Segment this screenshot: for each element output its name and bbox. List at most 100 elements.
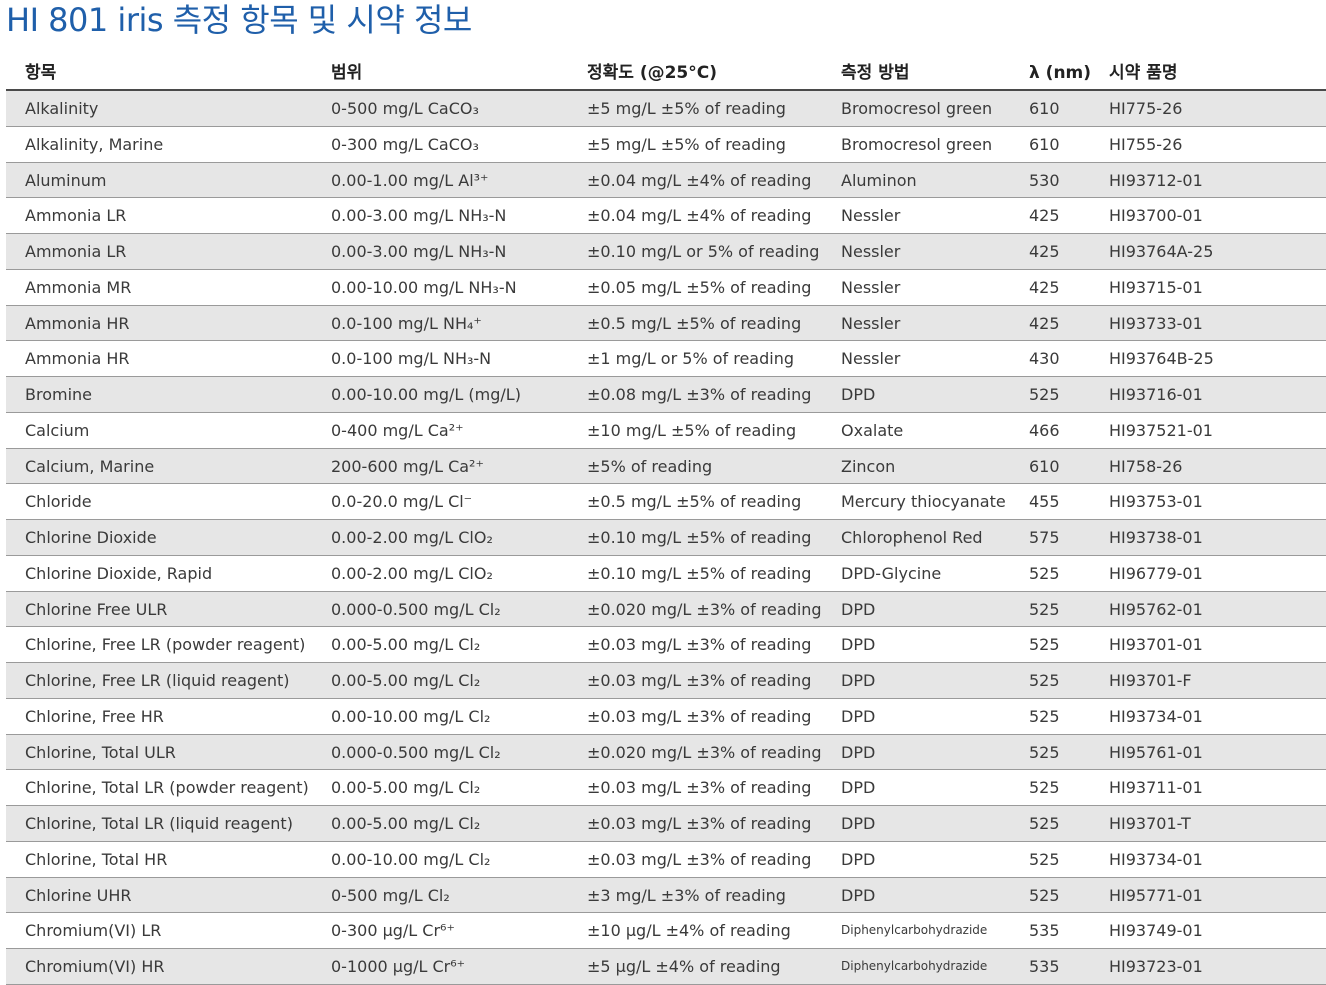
column-header-accuracy: 정확도 (@25°C) bbox=[587, 63, 718, 83]
table-row: Ammonia LR 0.00-3.00 mg/L NH₃-N ±0.04 mg/L… bbox=[6, 198, 1326, 234]
cell-wavelength: 530 bbox=[1029, 170, 1060, 190]
cell-item: Alkalinity bbox=[25, 99, 99, 118]
cell-accuracy: ±0.03 mg/L ±3% of reading bbox=[587, 706, 812, 726]
cell-accuracy: ±0.020 mg/L ±3% of reading bbox=[587, 599, 822, 619]
cell-range: 0.00-2.00 mg/L ClO₂ bbox=[331, 563, 493, 583]
cell-wavelength: 535 bbox=[1029, 921, 1060, 941]
cell-accuracy: ±10 mg/L ±5% of reading bbox=[587, 420, 797, 440]
cell-range: 0.00-3.00 mg/L NH₃-N bbox=[331, 242, 507, 261]
cell-wavelength: 525 bbox=[1029, 385, 1060, 404]
cell-method: Diphenylcarbohydrazide bbox=[841, 959, 988, 973]
cell-method: Aluminon bbox=[841, 170, 917, 190]
cell-reagent: HI937521-01 bbox=[1109, 420, 1213, 440]
cell-method: Nessler bbox=[841, 206, 901, 226]
cell-accuracy: ±0.020 mg/L ±3% of reading bbox=[587, 742, 822, 762]
cell-accuracy: ±0.03 mg/L ±3% of reading bbox=[587, 814, 812, 833]
table-row: Ammonia MR 0.00-10.00 mg/L NH₃-N ±0.05 mg/… bbox=[6, 270, 1326, 306]
cell-reagent: HI93764A-25 bbox=[1109, 242, 1214, 261]
table-row: Chlorine Free ULR 0.000-0.500 mg/L Cl₂ ±0.… bbox=[6, 591, 1326, 628]
cell-wavelength: 525 bbox=[1029, 814, 1060, 833]
cell-wavelength: 525 bbox=[1029, 706, 1060, 726]
cell-range: 0.000-0.500 mg/L Cl₂ bbox=[331, 742, 501, 762]
cell-range: 0.0-100 mg/L NH₄⁺ bbox=[331, 313, 482, 333]
table-row: Chlorine, Total LR (liquid reagent) 0.00-… bbox=[6, 806, 1326, 842]
cell-reagent: HI93701-T bbox=[1109, 814, 1191, 833]
cell-method: Chlorophenol Red bbox=[841, 528, 983, 547]
cell-item: Chlorine UHR bbox=[25, 885, 132, 905]
cell-item: Bromine bbox=[25, 385, 93, 404]
cell-method: Bromocresol green bbox=[841, 134, 993, 154]
cell-accuracy: ±0.03 mg/L ±3% of reading bbox=[587, 849, 812, 869]
table-row: Calcium, Marine 200-600 mg/L Ca²⁺ ±5% of r… bbox=[6, 448, 1326, 485]
cell-range: 0-300 mg/L CaCO₃ bbox=[331, 134, 479, 154]
cell-range: 0-500 mg/L Cl₂ bbox=[331, 885, 450, 905]
cell-wavelength: 575 bbox=[1029, 528, 1060, 547]
cell-reagent: HI95761-01 bbox=[1109, 742, 1203, 762]
table-row: Chloride 0.0-20.0 mg/L Cl⁻ ±0.5 mg/L ±5% o… bbox=[6, 484, 1326, 520]
column-header-range: 범위 bbox=[331, 63, 363, 83]
cell-method: DPD bbox=[841, 671, 876, 690]
cell-range: 0-1000 μg/L Cr⁶⁺ bbox=[331, 957, 466, 976]
cell-accuracy: ±0.10 mg/L ±5% of reading bbox=[587, 528, 812, 547]
cell-wavelength: 525 bbox=[1029, 849, 1060, 869]
cell-accuracy: ±3 mg/L ±3% of reading bbox=[587, 885, 786, 905]
cell-range: 0.000-0.500 mg/L Cl₂ bbox=[331, 599, 501, 619]
cell-wavelength: 525 bbox=[1029, 778, 1060, 798]
cell-item: Ammonia LR bbox=[25, 206, 127, 226]
cell-reagent: HI93700-01 bbox=[1109, 206, 1203, 226]
cell-method: Diphenylcarbohydrazide bbox=[841, 923, 988, 938]
table-row: Chlorine, Total ULR 0.000-0.500 mg/L Cl₂ ±… bbox=[6, 734, 1326, 771]
cell-reagent: HI95762-01 bbox=[1109, 599, 1203, 619]
table-row: Ammonia HR 0.0-100 mg/L NH₃-N ±1 mg/L or 5… bbox=[6, 341, 1326, 377]
cell-item: Ammonia MR bbox=[25, 277, 132, 297]
table-row: Bromine 0.00-10.00 mg/L (mg/L) ±0.08 mg/L … bbox=[6, 377, 1326, 413]
cell-reagent: HI755-26 bbox=[1109, 134, 1183, 154]
column-header-item: 항목 bbox=[25, 63, 57, 83]
table-row: Chlorine Dioxide, Rapid 0.00-2.00 mg/L Cl… bbox=[6, 556, 1326, 592]
cell-reagent: HI93701-F bbox=[1109, 671, 1192, 690]
cell-reagent: HI93711-01 bbox=[1109, 778, 1203, 798]
cell-wavelength: 525 bbox=[1029, 742, 1060, 762]
cell-item: Chromium(VI) HR bbox=[25, 957, 165, 976]
cell-item: Chlorine Free ULR bbox=[25, 599, 168, 619]
cell-wavelength: 425 bbox=[1029, 206, 1060, 226]
table-row: Alkalinity, Marine 0-300 mg/L CaCO₃ ±5 mg/… bbox=[6, 127, 1326, 163]
cell-accuracy: ±0.08 mg/L ±3% of reading bbox=[587, 385, 812, 404]
cell-accuracy: ±0.05 mg/L ±5% of reading bbox=[587, 277, 812, 297]
table-row: Calcium 0-400 mg/L Ca²⁺ ±10 mg/L ±5% of re… bbox=[6, 413, 1326, 449]
cell-method: Mercury thiocyanate bbox=[841, 492, 1006, 512]
cell-reagent: HI758-26 bbox=[1109, 456, 1183, 476]
cell-item: Aluminum bbox=[25, 170, 107, 190]
cell-item: Chromium(VI) LR bbox=[25, 921, 162, 941]
cell-reagent: HI93712-01 bbox=[1109, 170, 1203, 190]
cell-range: 0.00-10.00 mg/L NH₃-N bbox=[331, 277, 517, 297]
cell-item: Chlorine, Free HR bbox=[25, 706, 164, 726]
cell-reagent: HI93753-01 bbox=[1109, 492, 1203, 512]
cell-method: DPD bbox=[841, 599, 876, 619]
cell-wavelength: 425 bbox=[1029, 277, 1060, 297]
cell-reagent: HI775-26 bbox=[1109, 99, 1183, 118]
cell-accuracy: ±5 mg/L ±5% of reading bbox=[587, 99, 786, 118]
parameter-table: Alkalinity 0-500 mg/L CaCO₃ ±5 mg/L ±5% of… bbox=[6, 91, 1326, 985]
cell-wavelength: 466 bbox=[1029, 420, 1060, 440]
cell-method: DPD bbox=[841, 385, 876, 404]
cell-reagent: HI93764B-25 bbox=[1109, 349, 1214, 369]
cell-accuracy: ±0.03 mg/L ±3% of reading bbox=[587, 778, 812, 798]
cell-item: Chlorine, Free LR (powder reagent) bbox=[25, 635, 306, 655]
cell-method: Zincon bbox=[841, 456, 896, 476]
table-row: Chlorine UHR 0-500 mg/L Cl₂ ±3 mg/L ±3% of… bbox=[6, 877, 1326, 914]
cell-wavelength: 425 bbox=[1029, 242, 1060, 261]
cell-range: 0.00-5.00 mg/L Cl₂ bbox=[331, 671, 481, 690]
cell-accuracy: ±5 μg/L ±4% of reading bbox=[587, 957, 781, 976]
cell-item: Ammonia LR bbox=[25, 242, 127, 261]
cell-item: Chlorine, Free LR (liquid reagent) bbox=[25, 671, 290, 690]
table-row: Chlorine, Total HR 0.00-10.00 mg/L Cl₂ ±0.… bbox=[6, 842, 1326, 878]
cell-accuracy: ±0.03 mg/L ±3% of reading bbox=[587, 635, 812, 655]
cell-method: DPD bbox=[841, 742, 876, 762]
cell-wavelength: 535 bbox=[1029, 957, 1060, 976]
cell-accuracy: ±0.10 mg/L or 5% of reading bbox=[587, 242, 820, 261]
cell-wavelength: 525 bbox=[1029, 885, 1060, 905]
cell-range: 0.00-10.00 mg/L Cl₂ bbox=[331, 849, 491, 869]
table-header: 항목 범위 정확도 (@25°C) 측정 방법 λ (nm) 시약 품명 bbox=[6, 58, 1326, 91]
cell-range: 0.00-10.00 mg/L Cl₂ bbox=[331, 706, 491, 726]
